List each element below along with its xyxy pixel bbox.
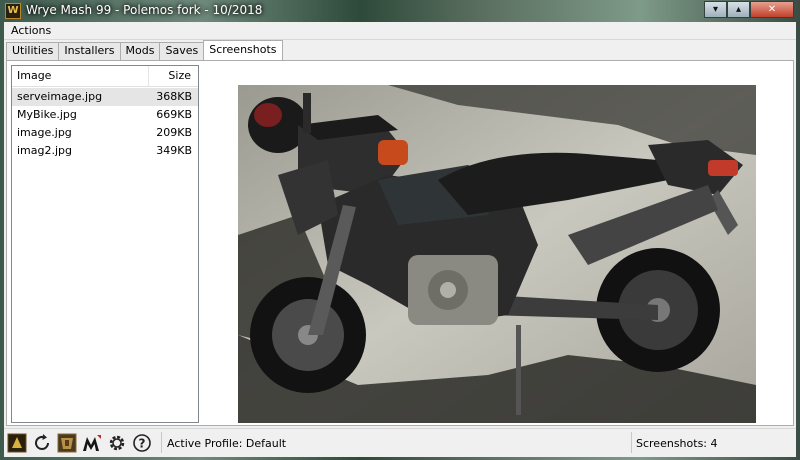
screenshot-preview [238,85,756,423]
help-icon[interactable]: ? [131,432,153,454]
tab-strip: Utilities Installers Mods Saves Screensh… [6,40,283,60]
list-rows: serveimage.jpg 368KB MyBike.jpg 669KB im… [12,88,198,160]
list-item[interactable]: MyBike.jpg 669KB [12,106,198,124]
file-size: 209KB [156,126,192,139]
maximize-button[interactable]: ▴ [727,1,750,18]
minimize-button[interactable]: ▾ [704,1,727,18]
window-controls: ▾ ▴ ✕ [704,1,794,18]
mlox-icon[interactable] [81,432,103,454]
file-name: MyBike.jpg [17,108,77,121]
tab-mods[interactable]: Mods [119,42,161,60]
settings-gear-icon[interactable] [106,432,128,454]
svg-text:?: ? [139,437,146,451]
file-size: 669KB [156,108,192,121]
status-separator [161,432,162,453]
client-area: Actions Utilities Installers Mods Saves … [4,22,796,457]
active-profile-status: Active Profile: Default [167,437,287,450]
tab-screenshots[interactable]: Screenshots [203,40,283,60]
app-icon[interactable]: W [5,3,21,19]
column-divider[interactable] [148,66,149,86]
launch-toolbar: ? [6,432,156,454]
file-name: imag2.jpg [17,144,73,157]
menu-actions[interactable]: Actions [11,24,51,37]
mod-tool-icon[interactable] [6,432,28,454]
armor-tool-icon[interactable] [56,432,78,454]
status-separator [631,432,632,453]
tab-installers[interactable]: Installers [58,42,121,60]
tab-saves[interactable]: Saves [159,42,205,60]
list-item[interactable]: serveimage.jpg 368KB [12,88,198,106]
motorcycle-photo [238,85,756,423]
title-bar[interactable]: W Wrye Mash 99 - Polemos fork - 10/2018 … [0,0,800,22]
file-name: serveimage.jpg [17,90,103,103]
screenshot-list[interactable]: Image Size serveimage.jpg 368KB MyBike.j… [11,65,199,423]
refresh-icon[interactable] [31,432,53,454]
app-window: W Wrye Mash 99 - Polemos fork - 10/2018 … [0,0,800,460]
file-size: 368KB [156,90,192,103]
list-item[interactable]: image.jpg 209KB [12,124,198,142]
window-title: Wrye Mash 99 - Polemos fork - 10/2018 [26,3,263,17]
column-header-size[interactable]: Size [168,69,191,82]
menu-bar: Actions [4,22,796,40]
tab-utilities[interactable]: Utilities [6,42,60,60]
list-header: Image Size [12,66,198,87]
column-header-image[interactable]: Image [17,69,51,82]
status-bar: ? Active Profile: Default Screenshots: 4 [4,428,796,457]
screenshots-panel: Image Size serveimage.jpg 368KB MyBike.j… [6,60,794,426]
screenshot-count-status: Screenshots: 4 [636,437,718,450]
close-button[interactable]: ✕ [750,1,794,18]
file-name: image.jpg [17,126,72,139]
file-size: 349KB [156,144,192,157]
list-item[interactable]: imag2.jpg 349KB [12,142,198,160]
